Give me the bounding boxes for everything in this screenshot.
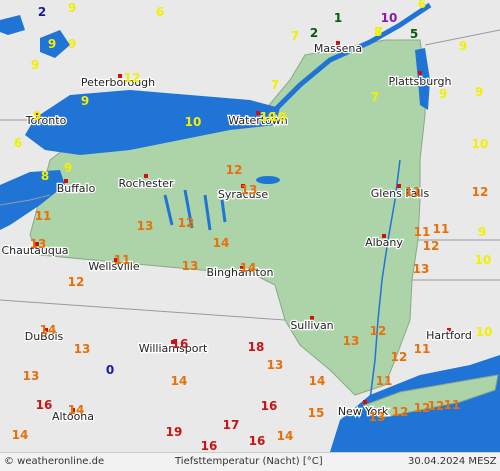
temperature-value: 10 [185, 115, 202, 129]
temperature-value: 10 [475, 253, 492, 267]
city-label-albany: Albany [365, 236, 403, 249]
temperature-value: 9 [68, 1, 76, 15]
temperature-value: 2 [38, 5, 46, 19]
temperature-value: 0 [106, 363, 114, 377]
temperature-value: 14 [213, 236, 230, 250]
temperature-value: 13 [267, 358, 284, 372]
temperature-value: 13 [30, 237, 47, 251]
temperature-value: 13 [241, 183, 258, 197]
temperature-value: 17 [223, 418, 240, 432]
temperature-value: 12 [226, 163, 243, 177]
temperature-value: 9 [31, 58, 39, 72]
temperature-value: 12 [472, 185, 489, 199]
temperature-value: 14 [171, 374, 188, 388]
temperature-value: 10 [476, 325, 493, 339]
temperature-value: 13 [182, 259, 199, 273]
city-label-massena: Massena [314, 42, 362, 55]
temperature-value: 14 [309, 374, 326, 388]
temperature-value: 14 [68, 403, 85, 417]
city-label-sullivan: Sullivan [290, 319, 333, 332]
temperature-value: 9 [439, 87, 447, 101]
city-label-buffalo: Buffalo [57, 182, 96, 195]
city-label-peterborough: Peterborough [81, 76, 155, 89]
temperature-value: 12 [423, 239, 440, 253]
temperature-value: 14 [277, 429, 294, 443]
temperature-map: MassenaPlattsburghPeterboroughToronto Wat… [0, 0, 500, 470]
temperature-value: 16 [201, 439, 218, 453]
temperature-value: 9 [48, 37, 56, 51]
city-marker-new-york [363, 400, 367, 404]
temperature-value: 11 [376, 374, 393, 388]
temperature-value: 9 [475, 85, 483, 99]
map-title: Tiefsttemperatur (Nacht) [°C] [175, 456, 323, 467]
temperature-value: 16 [172, 337, 189, 351]
temperature-value: 14 [40, 323, 57, 337]
city-label-hartford: Hartford [426, 329, 472, 342]
city-label-toronto: Toronto [25, 114, 67, 127]
temperature-value: 10 [472, 137, 489, 151]
temperature-value: 15 [308, 406, 325, 420]
temperature-value: 7 [291, 29, 299, 43]
temperature-value: 2 [310, 26, 318, 40]
temperature-value: 12 [370, 324, 387, 338]
temperature-value: 19 [166, 425, 183, 439]
temperature-value: 9 [81, 94, 89, 108]
city-label-rochester: Rochester [119, 177, 174, 190]
temperature-value: 13 [23, 369, 40, 383]
temperature-value: 11 [405, 185, 422, 199]
temperature-value: 12 [392, 405, 409, 419]
temperature-value: 16 [249, 434, 266, 448]
temperature-value: 16 [261, 399, 278, 413]
temperature-value: 14 [240, 261, 257, 275]
temperature-value: 11 [414, 342, 431, 356]
map-date: 30.04.2024 MESZ [408, 456, 497, 467]
temperature-value: 6 [14, 136, 22, 150]
temperature-value: 13 [369, 410, 386, 424]
temperature-value: 18 [248, 340, 265, 354]
temperature-value: 13 [137, 219, 154, 233]
temperature-value: 13 [74, 342, 91, 356]
temperature-value: 12 [391, 350, 408, 364]
temperature-value: 6 [156, 5, 164, 19]
temperature-value: 11 [433, 222, 450, 236]
temperature-value: 11 [414, 225, 431, 239]
temperature-value: 7 [371, 90, 379, 104]
temperature-value: 10 [270, 110, 287, 124]
temperature-value: 13 [413, 262, 430, 276]
temperature-value: 7 [271, 78, 279, 92]
oneida-lake [256, 176, 280, 184]
temperature-value: 11 [35, 209, 52, 223]
temperature-value: 16 [36, 398, 53, 412]
temperature-value: 8 [41, 169, 49, 183]
temperature-value: 9 [459, 39, 467, 53]
temperature-value: 12 [124, 71, 141, 85]
temperature-value: 9 [33, 109, 41, 123]
temperature-value: 6 [418, 0, 426, 11]
map-footer: © weatheronline.de Tiefsttemperatur (Nac… [0, 452, 500, 471]
temperature-value: 11 [114, 253, 131, 267]
temperature-value: 9 [64, 161, 72, 175]
temperature-value: 5 [410, 27, 418, 41]
temperature-value: 12 [178, 216, 195, 230]
temperature-value: 14 [12, 428, 29, 442]
temperature-value: 11 [444, 398, 461, 412]
temperature-value: 13 [343, 334, 360, 348]
temperature-value: 1 [334, 11, 342, 25]
temperature-value: 12 [428, 399, 445, 413]
temperature-value: 9 [478, 225, 486, 239]
temperature-value: 12 [68, 275, 85, 289]
temperature-value: 9 [68, 37, 76, 51]
temperature-value: 10 [381, 11, 398, 25]
copyright-link[interactable]: © weatheronline.de [4, 456, 104, 467]
temperature-value: 8 [374, 25, 382, 39]
